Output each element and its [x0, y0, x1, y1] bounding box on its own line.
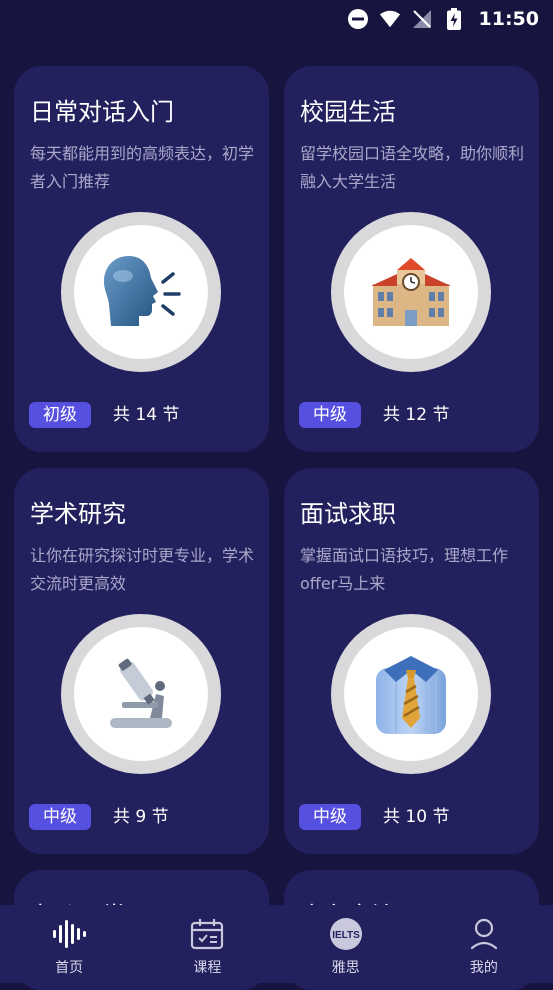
- shirt-tie-icon: [376, 656, 446, 734]
- course-description: 每天都能用到的高频表达，初学者入门推荐: [30, 144, 255, 191]
- lesson-count: 共 9 节: [113, 807, 169, 827]
- bottom-nav: 首页 课程 IELTS 雅思 我的: [0, 905, 553, 983]
- course-illustration: [61, 614, 221, 774]
- nav-label: 首页: [55, 960, 84, 976]
- course-description: 留学校园口语全攻略，助你顺利融入大学生活: [300, 144, 525, 191]
- nav-item-ielts[interactable]: IELTS 雅思: [277, 905, 415, 983]
- nav-item-profile[interactable]: 我的: [415, 905, 553, 983]
- course-title: 日常对话入门: [30, 98, 174, 126]
- course-illustration: [61, 212, 221, 372]
- course-title: 面试求职: [300, 500, 396, 528]
- course-description: 掌握面试口语技巧，理想工作offer马上来: [300, 546, 509, 593]
- course-card-job-interview[interactable]: 面试求职 掌握面试口语技巧，理想工作offer马上来 中级 共 10 节: [284, 468, 539, 854]
- course-title: 校园生活: [300, 98, 396, 126]
- nav-item-courses[interactable]: 课程: [138, 905, 276, 983]
- nav-label: 我的: [469, 960, 498, 976]
- course-description: 让你在研究探讨时更专业，学术交流时更高效: [30, 546, 255, 593]
- soundwave-icon: [51, 917, 87, 951]
- course-title: 学术研究: [30, 500, 126, 528]
- course-card-academic-research[interactable]: 学术研究 让你在研究探讨时更专业，学术交流时更高效 中级 共 9 节: [14, 468, 269, 854]
- lesson-count: 共 14 节: [113, 405, 180, 425]
- course-card-campus-life[interactable]: 校园生活 留学校园口语全攻略，助你顺利融入大学生活 中级 共 12 节: [284, 66, 539, 452]
- level-badge: 中级: [299, 804, 361, 830]
- nav-label: 雅思: [331, 960, 360, 976]
- level-badge: 中级: [29, 804, 91, 830]
- nav-item-home[interactable]: 首页: [0, 905, 138, 983]
- speaking-head-icon: [103, 256, 181, 326]
- lesson-count: 共 10 节: [383, 807, 450, 827]
- calendar-check-icon: [189, 917, 225, 951]
- lesson-count: 共 12 节: [383, 405, 450, 425]
- course-card-daily-conversation[interactable]: 日常对话入门 每天都能用到的高频表达，初学者入门推荐 初级 共 14 节: [14, 66, 269, 452]
- ielts-badge-icon: IELTS: [328, 917, 364, 951]
- profile-icon: [466, 917, 502, 951]
- course-grid: 日常对话入门 每天都能用到的高频表达，初学者入门推荐 初级 共 14 节 校园生…: [0, 0, 553, 990]
- microscope-icon: [110, 658, 172, 728]
- course-illustration: [331, 614, 491, 774]
- course-illustration: [331, 212, 491, 372]
- nav-label: 课程: [193, 960, 222, 976]
- level-badge: 中级: [299, 402, 361, 428]
- ielts-badge-text: IELTS: [332, 930, 360, 941]
- school-building-icon: [371, 258, 451, 326]
- level-badge: 初级: [29, 402, 91, 428]
